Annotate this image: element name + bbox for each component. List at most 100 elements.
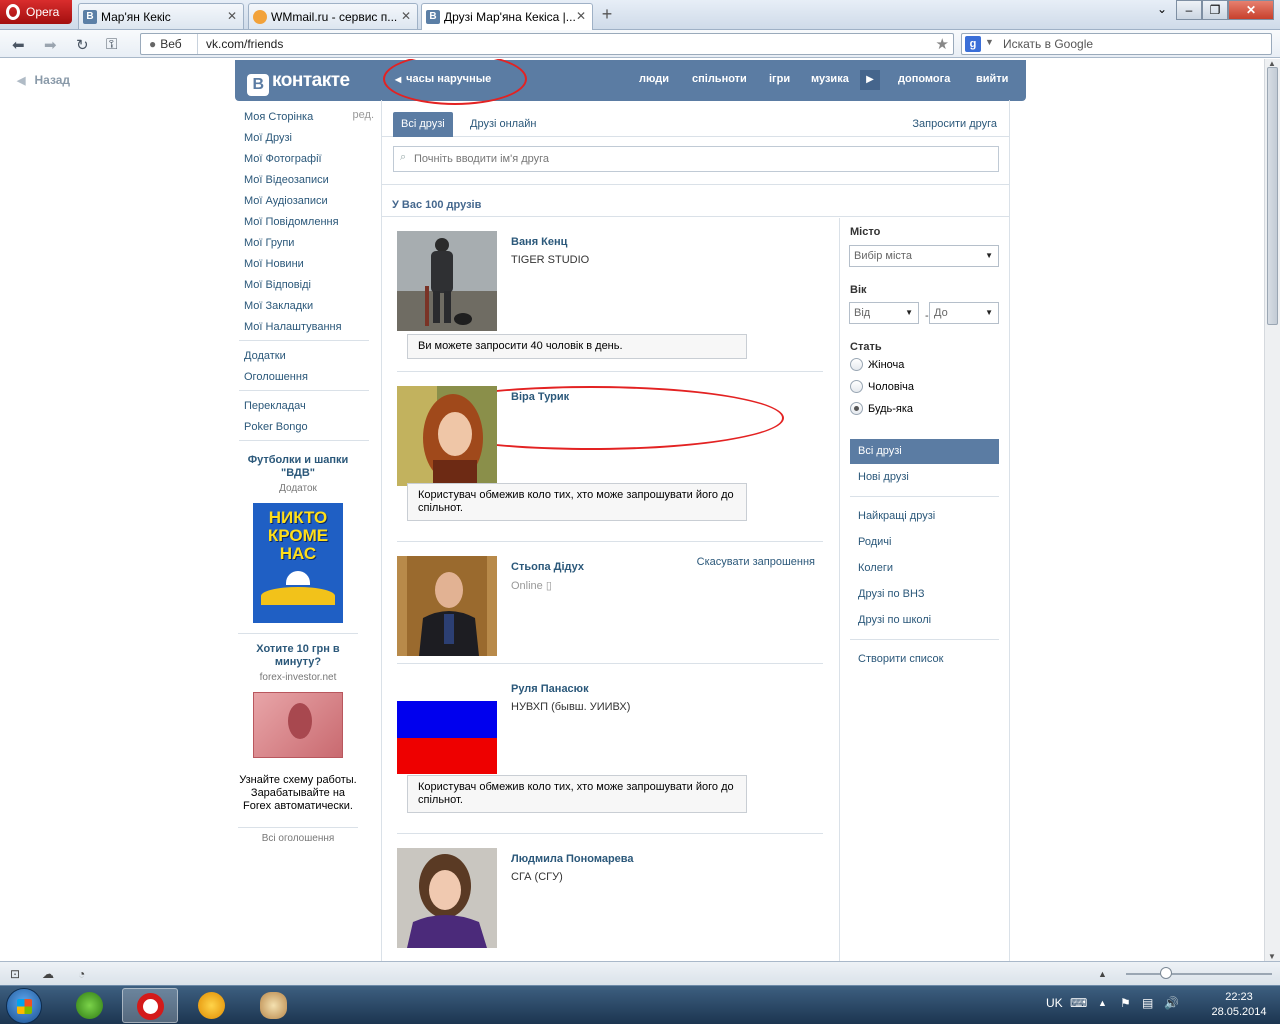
page-scrollbar[interactable]: ▲ ▼ bbox=[1264, 59, 1280, 961]
gender-radio-male[interactable]: Чоловіча bbox=[850, 380, 914, 393]
age-to-select[interactable]: До bbox=[929, 302, 999, 324]
menu-my-friends[interactable]: Мої Друзі bbox=[244, 130, 374, 151]
taskbar-app-aimp[interactable] bbox=[184, 988, 240, 1023]
filter-relatives[interactable]: Родичі bbox=[850, 530, 999, 555]
zoom-slider-handle[interactable] bbox=[1160, 967, 1172, 979]
friend-name[interactable]: Руля Панасюк bbox=[511, 683, 589, 695]
menu-my-messages[interactable]: Мої Повідомлення bbox=[244, 214, 374, 235]
status-text[interactable]: часы наручные bbox=[395, 73, 491, 85]
menu-my-photos[interactable]: Мої Фотографії bbox=[244, 151, 374, 172]
ad-description-block[interactable]: Узнайте схему работы. Зарабатывайте на F… bbox=[238, 768, 358, 813]
avatar[interactable] bbox=[397, 556, 497, 656]
ad-block[interactable]: Хотите 10 грн в минуту? forex-investor.n… bbox=[238, 643, 358, 683]
tab-friends-online[interactable]: Друзі онлайн bbox=[462, 112, 544, 137]
city-select[interactable]: Вибір міста bbox=[849, 245, 999, 267]
start-button[interactable] bbox=[6, 988, 42, 1024]
cancel-invite-link[interactable]: Скасувати запрошення bbox=[697, 556, 815, 568]
filter-all-friends[interactable]: Всі друзі bbox=[850, 439, 999, 464]
avatar[interactable] bbox=[397, 848, 497, 948]
avatar[interactable] bbox=[397, 231, 497, 331]
nav-music[interactable]: музика bbox=[811, 73, 849, 85]
zoom-slider[interactable] bbox=[1126, 973, 1272, 975]
friend-search-input[interactable]: ⌕ Почніть вводити ім'я друга bbox=[393, 146, 999, 172]
window-close-icon[interactable]: ✕ bbox=[1228, 0, 1274, 20]
browser-tab[interactable]: В Мар'ян Кекіс ✕ bbox=[78, 3, 244, 29]
filter-university-friends[interactable]: Друзі по ВНЗ bbox=[850, 582, 999, 607]
taskbar-app-utorrent[interactable] bbox=[62, 988, 118, 1023]
create-list-link[interactable]: Створити список bbox=[850, 647, 999, 672]
menu-ads[interactable]: Оголошення bbox=[244, 369, 374, 390]
url-field[interactable]: Веб vk.com/friends ★ bbox=[140, 33, 954, 55]
ad-title[interactable]: Хотите 10 грн в минуту? bbox=[238, 643, 358, 669]
friend-subtitle[interactable]: НУВХП (бывш. УИИВХ) bbox=[511, 701, 630, 713]
nav-people[interactable]: люди bbox=[639, 73, 669, 85]
browser-tab[interactable]: WMmail.ru - сервис п... ✕ bbox=[248, 3, 418, 29]
taskbar-app-paint[interactable] bbox=[246, 988, 302, 1023]
opera-menu-button[interactable]: Opera bbox=[0, 0, 72, 24]
zoom-up-icon[interactable]: ▲ bbox=[1098, 969, 1107, 979]
ad-image-vdv[interactable]: НИКТО КРОМЕ НАС bbox=[253, 503, 343, 623]
radio-circle-selected[interactable] bbox=[850, 402, 863, 415]
menu-apps[interactable]: Додатки bbox=[244, 348, 374, 369]
url-text[interactable]: vk.com/friends bbox=[206, 37, 283, 51]
speed-dial-icon[interactable]: ◔ bbox=[78, 967, 85, 981]
tray-expand-icon[interactable]: ▲ bbox=[1098, 998, 1107, 1008]
language-indicator[interactable]: UK bbox=[1046, 996, 1063, 1010]
google-icon[interactable]: g bbox=[965, 36, 981, 52]
radio-circle[interactable] bbox=[850, 358, 863, 371]
taskbar-app-opera[interactable] bbox=[122, 988, 178, 1023]
menu-app-translator[interactable]: Перекладач bbox=[244, 398, 374, 419]
friend-name[interactable]: Людмила Пономарева bbox=[511, 853, 634, 865]
menu-my-audio[interactable]: Мої Аудіозаписи bbox=[244, 193, 374, 214]
key-icon[interactable]: ⚿ bbox=[106, 36, 117, 53]
filter-new-friends[interactable]: Нові друзі bbox=[850, 465, 999, 490]
forward-arrow-icon[interactable]: ➡ bbox=[44, 36, 57, 54]
volume-icon[interactable]: 🔊 bbox=[1164, 996, 1179, 1010]
more-arrow-icon[interactable]: ▶ bbox=[860, 70, 880, 90]
nav-help[interactable]: допомога bbox=[898, 73, 950, 85]
reload-icon[interactable]: ↻ bbox=[76, 36, 89, 54]
back-link[interactable]: Назад bbox=[17, 73, 70, 87]
network-icon[interactable]: ▤ bbox=[1142, 996, 1153, 1010]
friend-name[interactable]: Стьопа Дідух bbox=[511, 561, 584, 573]
tab-close-icon[interactable]: ✕ bbox=[401, 9, 411, 23]
menu-my-videos[interactable]: Мої Відеозаписи bbox=[244, 172, 374, 193]
menu-my-replies[interactable]: Мої Відповіді bbox=[244, 277, 374, 298]
friend-name[interactable]: Віра Турик bbox=[511, 391, 569, 403]
ad-image-banknote[interactable] bbox=[253, 692, 343, 758]
friend-subtitle[interactable]: СГА (СГУ) bbox=[511, 871, 563, 883]
nav-games[interactable]: ігри bbox=[769, 73, 790, 85]
edit-link[interactable]: ред. bbox=[353, 109, 374, 121]
tab-close-icon[interactable]: ✕ bbox=[227, 9, 237, 23]
system-clock[interactable]: 22:23 28.05.2014 bbox=[1200, 990, 1278, 1020]
filter-best-friends[interactable]: Найкращі друзі bbox=[850, 504, 999, 529]
all-ads-link[interactable]: Всі оголошення bbox=[238, 833, 358, 844]
invite-friend-link[interactable]: Запросити друга bbox=[912, 118, 997, 130]
minimize-icon[interactable]: – bbox=[1176, 0, 1202, 20]
gender-radio-female[interactable]: Жіноча bbox=[850, 358, 904, 371]
tab-close-icon[interactable]: ✕ bbox=[576, 9, 586, 23]
friend-name[interactable]: Ваня Кенц bbox=[511, 236, 567, 248]
menu-my-news[interactable]: Мої Новини bbox=[244, 256, 374, 277]
web-badge[interactable]: Веб bbox=[149, 37, 181, 51]
restore-icon[interactable]: ❐ bbox=[1202, 0, 1228, 20]
avatar[interactable] bbox=[397, 386, 497, 486]
filter-school-friends[interactable]: Друзі по школі bbox=[850, 608, 999, 633]
menu-my-groups[interactable]: Мої Групи bbox=[244, 235, 374, 256]
nav-logout[interactable]: вийти bbox=[976, 73, 1008, 85]
menu-my-bookmarks[interactable]: Мої Закладки bbox=[244, 298, 374, 319]
age-from-select[interactable]: Від bbox=[849, 302, 919, 324]
back-arrow-icon[interactable]: ⬅ bbox=[12, 36, 25, 54]
ad-title[interactable]: Футболки и шапки "ВДВ" bbox=[238, 454, 358, 480]
menu-my-settings[interactable]: Мої Налаштування bbox=[244, 319, 374, 340]
menu-app-poker[interactable]: Poker Bongo bbox=[244, 419, 374, 440]
browser-tab-active[interactable]: В Друзі Мар'яна Кекіса |... ✕ bbox=[421, 3, 593, 30]
tab-all-friends[interactable]: Всі друзі bbox=[393, 112, 453, 137]
scroll-down-icon[interactable]: ▼ bbox=[1268, 952, 1276, 961]
vk-logo[interactable]: Вконтакте bbox=[247, 70, 350, 96]
scroll-thumb[interactable] bbox=[1267, 67, 1278, 325]
flag-icon[interactable]: ⚑ bbox=[1120, 996, 1131, 1010]
new-tab-icon[interactable]: + bbox=[598, 5, 616, 24]
gender-radio-any[interactable]: Будь-яка bbox=[850, 402, 913, 415]
tab-list-icon[interactable]: ⌄ bbox=[1150, 0, 1174, 20]
